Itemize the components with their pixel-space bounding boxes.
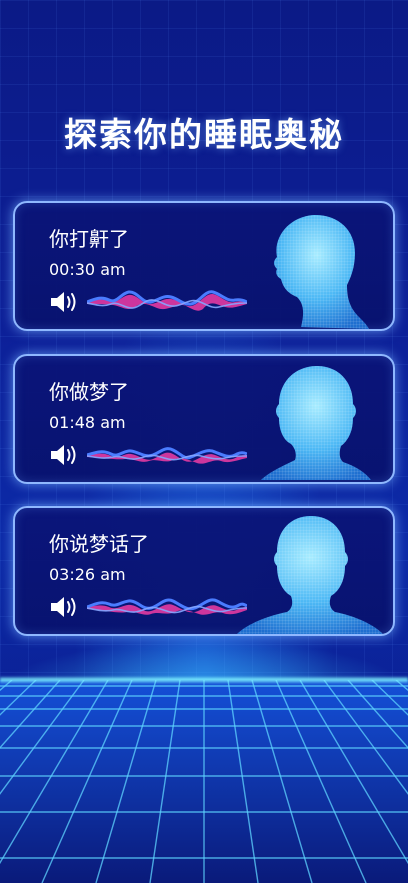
snore-card[interactable]: 你打鼾了 00:30 am [13, 201, 395, 331]
head-scan-icon [261, 366, 371, 480]
sound-wave-icon [87, 598, 247, 615]
head-scan-icon [237, 516, 383, 634]
sleep-talk-card[interactable]: 你说梦话了 03:26 am [13, 506, 395, 636]
speaker-icon[interactable] [49, 594, 81, 620]
dream-card[interactable]: 你做梦了 01:48 am [13, 354, 395, 484]
card-time: 03:26 am [49, 565, 126, 584]
card-time: 00:30 am [49, 260, 126, 279]
card-time: 01:48 am [49, 413, 126, 432]
card-label: 你打鼾了 [49, 227, 129, 251]
horizon-line [0, 676, 408, 684]
card-label: 你说梦话了 [49, 532, 149, 556]
head-scan-icon [274, 214, 369, 329]
speaker-icon[interactable] [49, 442, 81, 468]
sound-wave-icon [87, 447, 247, 464]
sound-wave-icon [87, 290, 247, 311]
card-label: 你做梦了 [49, 380, 129, 404]
perspective-grid-floor [0, 680, 408, 883]
speaker-icon[interactable] [49, 289, 81, 315]
page-title: 探索你的睡眠奥秘 [64, 115, 344, 154]
